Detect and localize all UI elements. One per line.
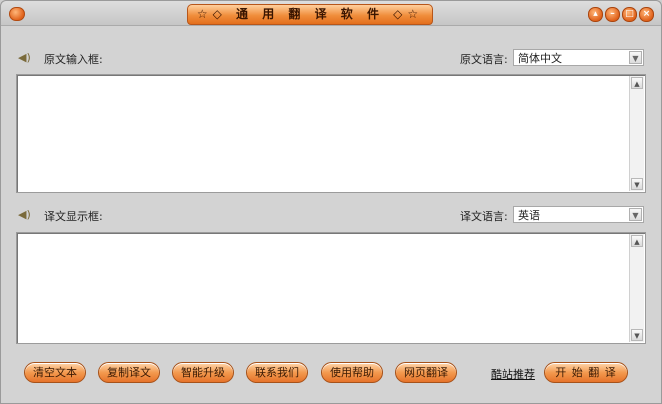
system-menu-icon[interactable] <box>9 7 25 21</box>
rollup-icon[interactable]: ▴ <box>588 7 603 22</box>
help-button[interactable]: 使用帮助 <box>321 362 383 383</box>
contact-us-button[interactable]: 联系我们 <box>246 362 308 383</box>
copy-translation-button[interactable]: 复制译文 <box>98 362 160 383</box>
target-label: 译文显示框: <box>44 210 103 223</box>
target-language-value: 英语 <box>518 209 540 222</box>
source-scrollbar[interactable]: ▲ ▼ <box>629 76 644 191</box>
target-scrollbar[interactable]: ▲ ▼ <box>629 234 644 342</box>
app-window: ☆◇ 通 用 翻 译 软 件 ◇☆ ▴ – □ × ◀) 原文输入框: 原文语言… <box>0 0 662 404</box>
scroll-up-icon[interactable]: ▲ <box>631 77 643 89</box>
window-title: ☆◇ 通 用 翻 译 软 件 ◇☆ <box>187 4 433 25</box>
start-translate-button[interactable]: 开 始 翻 译 <box>544 362 628 383</box>
scroll-down-icon[interactable]: ▼ <box>631 329 643 341</box>
chevron-down-icon[interactable]: ▼ <box>629 51 642 64</box>
source-label: 原文输入框: <box>44 53 103 66</box>
close-icon[interactable]: × <box>639 7 654 22</box>
target-language-select[interactable]: 英语 ▼ <box>513 206 644 223</box>
target-text-output[interactable]: ▲ ▼ <box>16 232 646 344</box>
recommend-sites-link[interactable]: 酷站推荐 <box>491 366 535 382</box>
speaker-icon[interactable]: ◀) <box>18 209 34 221</box>
speaker-icon[interactable]: ◀) <box>18 52 34 64</box>
chevron-down-icon[interactable]: ▼ <box>629 208 642 221</box>
source-language-value: 简体中文 <box>518 52 562 65</box>
source-language-select[interactable]: 简体中文 ▼ <box>513 49 644 66</box>
maximize-icon[interactable]: □ <box>622 7 637 22</box>
web-translate-button[interactable]: 网页翻译 <box>395 362 457 383</box>
clear-text-button[interactable]: 清空文本 <box>24 362 86 383</box>
source-language-label: 原文语言: <box>460 53 508 66</box>
target-language-label: 译文语言: <box>460 210 508 223</box>
minimize-icon[interactable]: – <box>605 7 620 22</box>
scroll-up-icon[interactable]: ▲ <box>631 235 643 247</box>
smart-upgrade-button[interactable]: 智能升级 <box>172 362 234 383</box>
source-text-input[interactable]: ▲ ▼ <box>16 74 646 193</box>
title-bar[interactable]: ☆◇ 通 用 翻 译 软 件 ◇☆ ▴ – □ × <box>1 1 661 26</box>
scroll-down-icon[interactable]: ▼ <box>631 178 643 190</box>
